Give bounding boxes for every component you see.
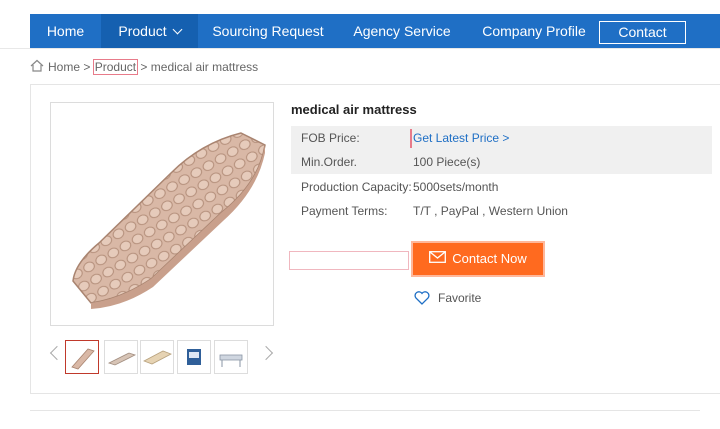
contact-now-label: Contact Now xyxy=(452,251,527,266)
product-main-image[interactable] xyxy=(50,102,274,326)
top-strip xyxy=(0,0,720,14)
nav-agency-label: Agency Service xyxy=(353,23,451,39)
thumbnail-mattress-icon xyxy=(71,348,95,370)
breadcrumb-home[interactable]: Home xyxy=(48,60,80,74)
chevron-down-icon xyxy=(172,24,183,35)
favorite-label: Favorite xyxy=(438,291,482,305)
nav-company-label: Company Profile xyxy=(482,23,586,39)
breadcrumb-separator: > xyxy=(140,60,148,74)
inquiry-input[interactable] xyxy=(289,251,409,270)
product-title: medical air mattress xyxy=(291,102,417,117)
breadcrumb-product[interactable]: Product xyxy=(92,59,139,75)
spec-row-payment: Payment Terms: T/T , PayPal , Western Un… xyxy=(291,199,712,223)
spec-row-min-order: Min.Order. 100 Piece(s) xyxy=(291,150,712,174)
thumbnail-bed-icon xyxy=(219,354,243,367)
thumbnail-3[interactable] xyxy=(140,340,174,374)
nav-agency-service[interactable]: Agency Service xyxy=(338,14,466,49)
get-latest-price-link[interactable]: Get Latest Price > xyxy=(413,126,509,150)
spec-label: Production Capacity: xyxy=(301,180,412,194)
thumbnail-4[interactable] xyxy=(177,340,211,374)
spec-label: Min.Order. xyxy=(301,155,358,169)
spec-value: T/T , PayPal , Western Union xyxy=(413,204,568,218)
focus-marker xyxy=(410,129,412,148)
spec-label: Payment Terms: xyxy=(301,204,388,218)
thumbnail-1[interactable] xyxy=(65,340,99,374)
main-nav: Home Product Sourcing Request Agency Ser… xyxy=(30,14,720,49)
mail-icon xyxy=(429,243,447,275)
thumbnail-pump-icon xyxy=(187,349,201,365)
mattress-image xyxy=(72,132,266,309)
nav-sourcing-label: Sourcing Request xyxy=(212,23,324,39)
nav-company-profile[interactable]: Company Profile xyxy=(466,14,602,49)
nav-contact-label: Contact xyxy=(618,24,667,40)
spec-label: FOB Price: xyxy=(301,131,360,145)
heart-icon xyxy=(414,291,430,305)
breadcrumb: Home > Product > medical air mattress xyxy=(30,59,258,75)
section-divider xyxy=(30,410,700,411)
thumbnail-mattress-icon xyxy=(107,352,137,366)
nav-home-label: Home xyxy=(46,23,85,39)
spec-value: 100 Piece(s) xyxy=(413,155,481,169)
thumbnail-mattress-icon xyxy=(143,350,172,365)
spec-row-fob: FOB Price: Get Latest Price > xyxy=(291,126,712,150)
nav-contact-button[interactable]: Contact xyxy=(599,21,686,44)
spec-row-capacity: Production Capacity: 5000sets/month xyxy=(291,175,712,199)
thumbnail-5[interactable] xyxy=(214,340,248,374)
nav-product-label: Product xyxy=(118,23,167,39)
breadcrumb-separator: > xyxy=(83,60,91,74)
nav-home[interactable]: Home xyxy=(30,14,101,49)
contact-now-button[interactable]: Contact Now xyxy=(411,241,545,277)
spec-value: 5000sets/month xyxy=(413,180,499,194)
nav-product[interactable]: Product xyxy=(101,14,198,49)
home-icon xyxy=(30,59,44,76)
breadcrumb-current: medical air mattress xyxy=(150,60,259,74)
thumbnail-2[interactable] xyxy=(104,340,138,374)
nav-sourcing-request[interactable]: Sourcing Request xyxy=(198,14,338,49)
favorite-button[interactable]: Favorite xyxy=(414,290,481,306)
header-divider xyxy=(0,48,720,49)
